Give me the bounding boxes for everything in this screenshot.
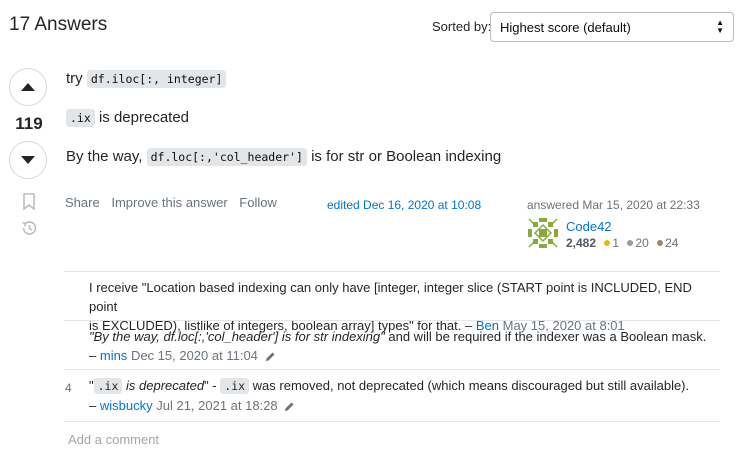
inline-code: df.loc[:,'col_header'] bbox=[146, 148, 307, 166]
answer-text: By the way, bbox=[66, 148, 143, 165]
gold-badge-icon bbox=[604, 240, 611, 246]
comment-dash: – bbox=[89, 348, 97, 363]
user-card: Code42 2,482 1 20 24 bbox=[527, 217, 727, 251]
inline-code: .ix bbox=[66, 109, 95, 127]
answer-paragraph: By the way, df.loc[:,'col_header'] is fo… bbox=[66, 148, 502, 166]
improve-answer-link[interactable]: Improve this answer bbox=[111, 195, 227, 210]
follow-link[interactable]: Follow bbox=[239, 195, 277, 210]
vote-column: 119 bbox=[9, 68, 49, 237]
sort-arrows-icon: ▲ ▼ bbox=[716, 18, 724, 35]
silver-badge-count: 20 bbox=[635, 236, 649, 250]
answer-paragraph: .ix is deprecated bbox=[66, 109, 190, 127]
answered-date: answered Mar 15, 2020 at 22:33 bbox=[527, 198, 700, 212]
comment-text: was removed, not deprecated (which means… bbox=[252, 378, 690, 393]
answer-text: is deprecated bbox=[98, 109, 190, 126]
arrow-up-icon bbox=[21, 83, 35, 91]
add-comment-link[interactable]: Add a comment bbox=[68, 432, 159, 447]
comment-score: 4 bbox=[65, 381, 72, 395]
history-icon bbox=[22, 221, 37, 235]
vote-count: 119 bbox=[15, 114, 43, 133]
bookmark-icon bbox=[23, 193, 35, 211]
pencil-icon bbox=[265, 352, 275, 362]
pencil-icon bbox=[285, 402, 294, 412]
inline-code: .ix bbox=[93, 378, 123, 394]
bookmark-button[interactable] bbox=[9, 193, 49, 211]
answer-text: is for str or Boolean indexing bbox=[311, 148, 502, 165]
answer-paragraph: try df.iloc[:, integer] bbox=[66, 70, 227, 88]
comment: I receive "Location based indexing can o… bbox=[64, 271, 720, 333]
sort-selected-value: Highest score (default) bbox=[500, 20, 631, 35]
inline-code: df.iloc[:, integer] bbox=[86, 70, 227, 88]
sort-label: Sorted by: bbox=[432, 19, 492, 34]
answers-count-title: 17 Answers bbox=[9, 14, 108, 35]
arrow-down-icon bbox=[21, 156, 35, 164]
inline-code: .ix bbox=[220, 378, 250, 394]
comment-body: " .ix is deprecated" - .ix was removed, n… bbox=[89, 376, 719, 415]
user-name-link[interactable]: Code42 bbox=[566, 219, 612, 234]
sort-select[interactable]: Highest score (default) ▲ ▼ bbox=[490, 12, 734, 42]
share-link[interactable]: Share bbox=[65, 195, 100, 210]
comment-date[interactable]: Dec 15, 2020 at 11:04 bbox=[131, 348, 258, 363]
answer-text: try bbox=[66, 70, 83, 87]
upvote-button[interactable] bbox=[9, 68, 47, 106]
post-menu: Share Improve this answer Follow bbox=[65, 195, 285, 210]
bronze-badge-count: 24 bbox=[665, 236, 679, 250]
comment-quote-mark: " bbox=[89, 378, 94, 393]
comment-user-link[interactable]: mins bbox=[100, 348, 127, 363]
edited-link[interactable]: edited Dec 16, 2020 at 10:08 bbox=[327, 198, 481, 212]
comment-date[interactable]: Jul 21, 2021 at 18:28 bbox=[156, 398, 277, 413]
comment: 4 " .ix is deprecated" - .ix was removed,… bbox=[64, 369, 720, 418]
gold-badge-count: 1 bbox=[612, 236, 620, 250]
comment-text: and will be required if the indexer was … bbox=[384, 329, 707, 344]
comments-divider bbox=[64, 421, 720, 422]
avatar[interactable] bbox=[527, 217, 559, 249]
user-stats: 2,482 1 20 24 bbox=[566, 236, 678, 250]
reputation-score: 2,482 bbox=[566, 236, 597, 250]
comment-body: "By the way, df.loc[:,'col_header'] is f… bbox=[89, 327, 719, 365]
history-button[interactable] bbox=[9, 219, 49, 237]
bronze-badge-icon bbox=[657, 240, 664, 246]
answers-header: 17 Answers Sorted by: Highest score (def… bbox=[9, 0, 736, 54]
comment-user-link[interactable]: wisbucky bbox=[100, 398, 153, 413]
comment-quote: "By the way, df.loc[:,'col_header'] is f… bbox=[89, 329, 385, 344]
comment-quote: is deprecated bbox=[122, 378, 205, 393]
comment-quote-mark: " - bbox=[204, 378, 217, 393]
comment-dash: – bbox=[89, 398, 97, 413]
comment: "By the way, df.loc[:,'col_header'] is f… bbox=[64, 320, 720, 369]
silver-badge-icon bbox=[627, 240, 634, 246]
downvote-button[interactable] bbox=[9, 141, 47, 179]
comment-text: I receive "Location based indexing can o… bbox=[89, 280, 692, 314]
